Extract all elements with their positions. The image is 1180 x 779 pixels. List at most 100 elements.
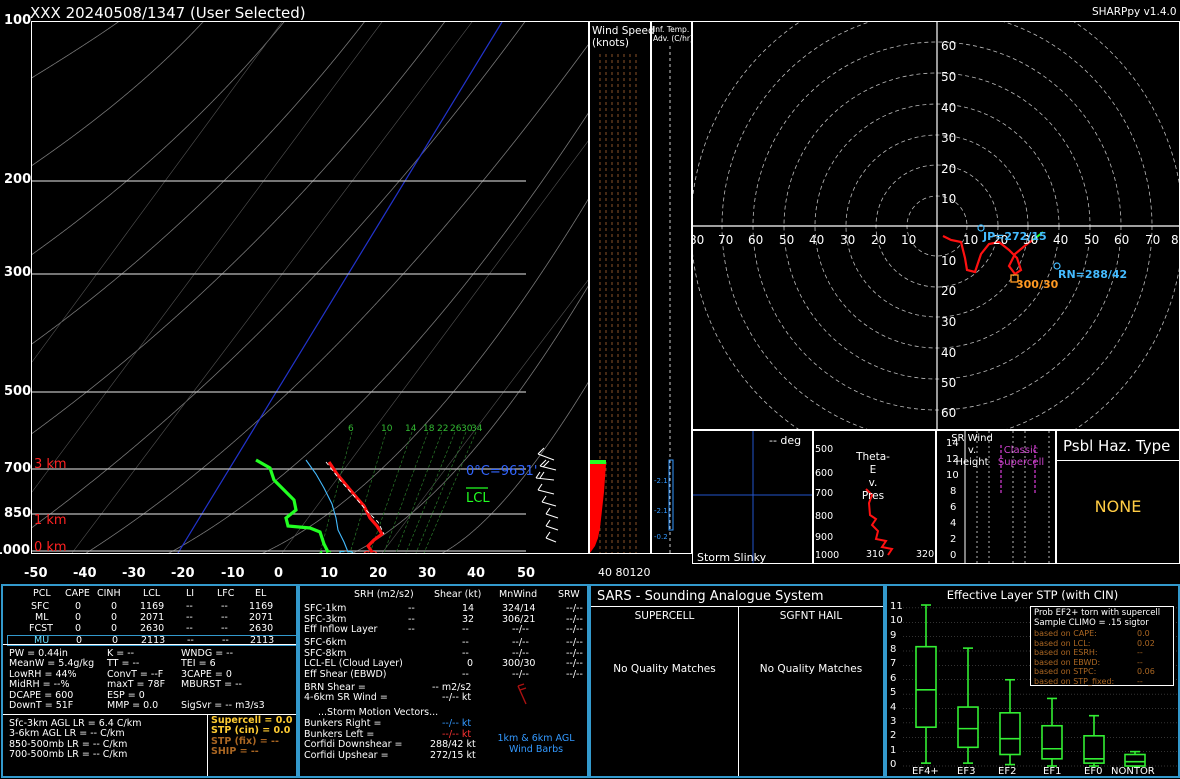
hodo-y-tick: 10 [941, 192, 957, 206]
stp-y-tick: 9 [890, 629, 897, 641]
sr-wind-h-tick: 10 [946, 470, 959, 481]
height-label-1km: 1 km [34, 513, 67, 528]
skewt-diagram: 6 10 14 18 22 26 30 34 3 km 1 km 0 km 0°… [32, 22, 588, 553]
kin-cell: --/-- [512, 624, 529, 635]
temp-adv-value: -2.1 [654, 507, 668, 515]
stp-legend-value: -- [1137, 657, 1143, 667]
motion-label: Corfidi Downshear = [304, 739, 403, 750]
parcel-cell: -- [186, 623, 193, 634]
pressure-tick: 100 [4, 13, 32, 28]
stp-x-axis: EF4+ EF3 EF2 EF1 EF0 NONTOR [887, 766, 1178, 777]
stp-legend-label: based on STP_fixed: [1034, 676, 1115, 686]
right-mover-label: RN=288/42 [1058, 268, 1128, 281]
parcel-header-cinh: CINH [97, 588, 121, 599]
hodo-y-tick: 40 [941, 346, 957, 360]
storm-slinky-chart [693, 431, 812, 563]
stp-legend-values: 0.0 0.02 -- -- 0.06 -- [1137, 629, 1155, 687]
mixing-ratio-label: 22 [437, 424, 448, 434]
kinematics-row[interactable]: SFC-6km -- --/-- --/-- [304, 637, 587, 649]
sr-wind-h-tick: 2 [950, 534, 957, 545]
hodo-x-axis: 80 70 60 50 40 30 20 10 10 20 30 40 50 6… [693, 233, 1179, 247]
parcel-cell: -- [221, 612, 228, 623]
temp-tick: -30 [122, 566, 146, 581]
temp-tick: 40 [467, 566, 486, 581]
parcel-cell: -- [186, 612, 193, 623]
kinematics-row[interactable]: Eff Shear (EBWD) -- --/-- --/-- [304, 669, 587, 681]
hodo-x-tick: 10 [963, 233, 979, 247]
skewt-panel[interactable]: 6 10 14 18 22 26 30 34 3 km 1 km 0 km 0°… [31, 21, 589, 554]
parcel-header-cape: CAPE [65, 588, 90, 599]
indices-col1: PW = 0.44in MeanW = 5.4g/kg LowRH = 44% … [9, 648, 94, 711]
hodo-y-tick: 50 [941, 376, 957, 390]
stp-category: EF2 [998, 766, 1017, 777]
sars-title: SARS - Sounding Analogue System [597, 589, 824, 604]
stp-category: EF3 [957, 766, 976, 777]
wind-speed-tick: 120 [629, 566, 651, 579]
sr-wind-panel[interactable]: SR Wind v. Height Classic Supercell 14 1… [936, 430, 1056, 564]
motion-value: 272/15 kt [430, 749, 476, 761]
stp-y-axis: 11 10 9 8 7 6 5 4 3 2 1 0 [887, 586, 903, 776]
storm-motion-title: ...Storm Motion Vectors... [318, 707, 439, 718]
storm-slinky-panel[interactable]: -- deg Storm Slinky [692, 430, 813, 564]
kin-cell: --/-- [566, 637, 583, 648]
kin-cell: --/-- [566, 658, 583, 669]
kin-header-srw: SRW [558, 589, 580, 600]
stp-y-tick: 11 [890, 600, 903, 612]
parcel-cell: 2071 [249, 612, 274, 623]
hodo-x-tick: 70 [1145, 233, 1161, 247]
composite-index: SHIP = -- [211, 746, 259, 758]
parcel-header-pcl: PCL [33, 588, 51, 599]
indices-col2: K = -- TT = -- ConvT = --F maxT = 78F ES… [107, 648, 165, 712]
parcel-rows: SFC 0 0 1169 -- -- 1169 ML 0 0 2071 -- -… [7, 601, 296, 646]
theta-e-panel[interactable]: Theta-E v. Pres 500 600 700 800 900 1000… [813, 430, 936, 564]
stp-panel[interactable]: Effective Layer STP (with CIN) 11 10 9 8 7 6 5… [885, 584, 1180, 778]
lapse-rates: Sfc-3km AGL LR = 6.4 C/km 3-6km AGL LR =… [9, 718, 141, 761]
hodograph-panel[interactable]: 60 50 40 30 20 10 80 70 60 50 40 30 20 1… [692, 21, 1180, 430]
hodo-x-tick: 60 [748, 233, 764, 247]
hodo-y-tick: 60 [941, 39, 957, 53]
pressure-tick: 700 [4, 461, 32, 476]
parcel-cell: 0 [75, 612, 82, 623]
sars-panel[interactable]: SARS - Sounding Analogue System SUPERCEL… [589, 584, 885, 778]
stp-legend-labels: based on CAPE: based on LCL: based on ES… [1034, 629, 1114, 687]
app-version: SHARPpy v1.4.0 [1092, 6, 1177, 18]
stp-y-tick: 1 [890, 744, 897, 756]
kinematics-panel[interactable]: SRH (m2/s2) Shear (kt) MnWind SRW SFC-1k… [298, 584, 589, 778]
mixing-ratio-label: 10 [381, 424, 393, 434]
temp-tick: 0 [274, 566, 284, 581]
sr-wind-h-tick: 6 [950, 502, 957, 513]
hodograph-chart [693, 22, 1179, 429]
sr-wind-h-tick: 14 [946, 438, 959, 449]
stp-legend-label: based on ESRH: [1034, 648, 1098, 658]
hazard-type-panel[interactable]: Psbl Haz. Type NONE [1056, 430, 1180, 564]
mixing-ratio-label-group: 6 10 14 18 22 26 30 34 [348, 424, 483, 434]
classic-supercell-line: Classic [1003, 445, 1039, 456]
theta-e-title-line: Theta-E [856, 451, 890, 476]
index-value: MMP = 0.0 [107, 700, 159, 712]
mixing-ratio-label: 6 [348, 424, 354, 434]
parcel-cell: 1169 [140, 601, 165, 612]
motion-label: Corfidi Upshear = [304, 749, 389, 761]
hodo-y-tick: 30 [941, 131, 957, 145]
divider [738, 606, 739, 776]
stp-legend-title: Prob EF2+ torn with supercell Sample CLI… [1034, 608, 1160, 628]
pressure-tick: 200 [4, 172, 32, 187]
parcel-cell: 0 [75, 623, 82, 634]
temp-tick: 50 [517, 566, 536, 581]
kinematics-row[interactable]: Eff Inflow Layer -- -- --/-- --/-- [304, 624, 587, 636]
stp-y-tick: 6 [890, 672, 897, 684]
parcel-cell: FCST [29, 623, 53, 634]
hodo-y-tick: 50 [941, 70, 957, 84]
divider [207, 714, 208, 776]
kin-cell: LCL-EL (Cloud Layer) [304, 658, 403, 669]
divider [591, 606, 883, 607]
thermo-panel[interactable]: PCL CAPE CINH LCL LI LFC EL SFC 0 0 1169… [1, 584, 298, 778]
temp-advection-panel[interactable]: Inf. Temp. Adv. (C/hr) -2.1 -2.1 -0.2 [651, 21, 693, 554]
kinematics-row[interactable]: SFC-1km -- 14 324/14 --/-- [304, 603, 587, 615]
kin-cell: -- [462, 637, 469, 648]
hodo-y-tick: 60 [941, 406, 957, 420]
wind-speed-panel[interactable]: Wind Speed (knots) [589, 21, 655, 554]
parcel-row[interactable]: FCST 0 0 2630 -- -- 2630 [9, 623, 296, 635]
hodo-x-tick: 60 [1114, 233, 1130, 247]
parcel-cell: ML [35, 612, 49, 623]
